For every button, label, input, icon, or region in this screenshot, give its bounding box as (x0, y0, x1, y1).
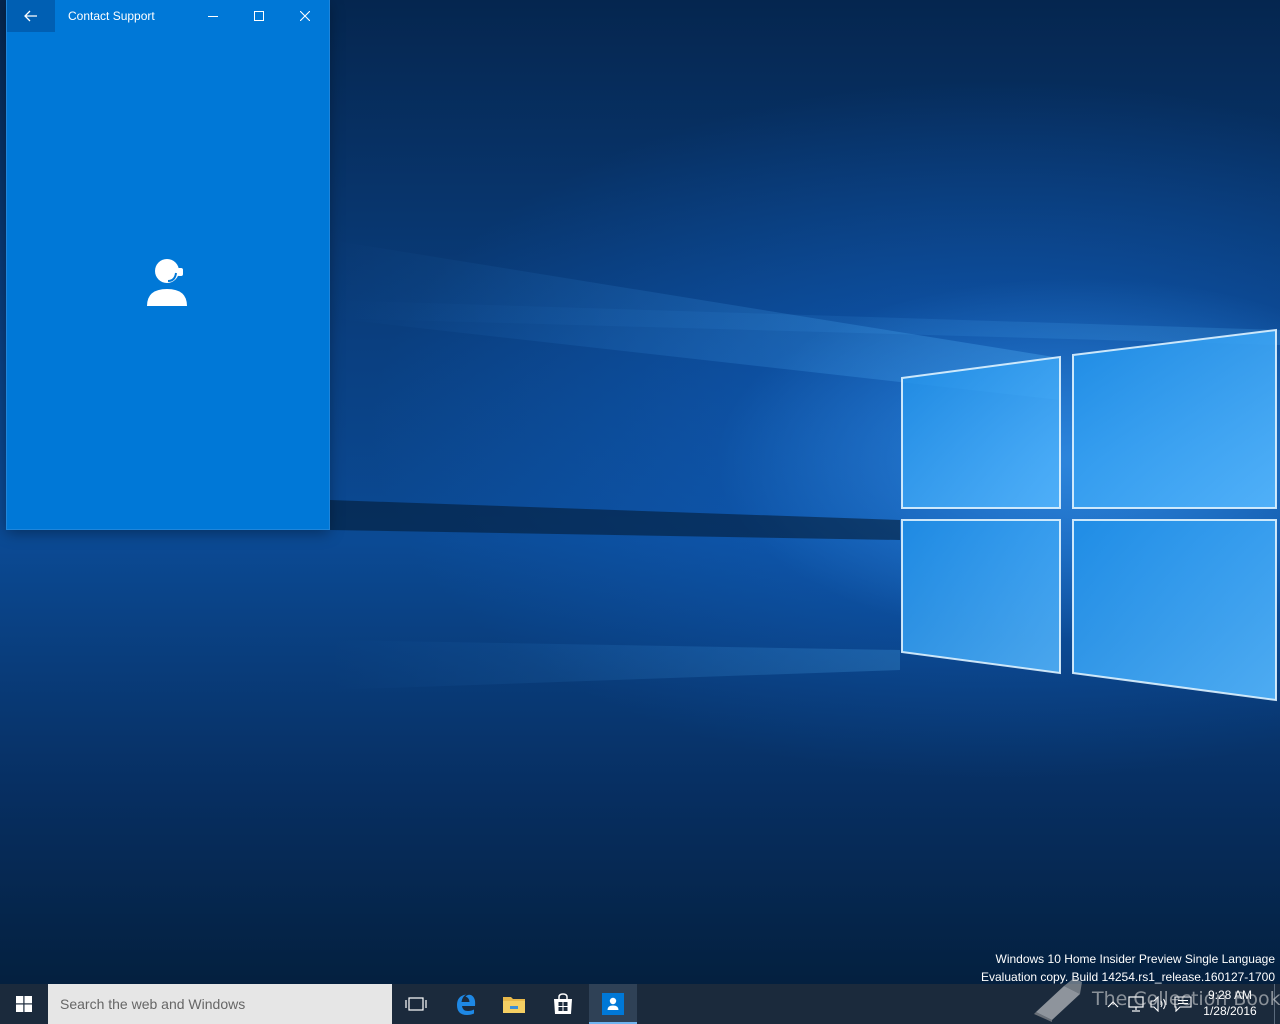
file-explorer-icon (503, 997, 525, 1013)
minimize-icon (208, 16, 218, 17)
title-bar[interactable]: Contact Support (7, 0, 329, 32)
system-tray: 9:28 AM 1/28/2016 (1100, 984, 1280, 1024)
store-button[interactable] (539, 984, 587, 1024)
contact-support-icon (602, 993, 624, 1015)
close-button[interactable] (282, 0, 328, 32)
task-view-icon (405, 997, 427, 1011)
network-button[interactable] (1128, 995, 1146, 1013)
back-arrow-icon (24, 10, 37, 22)
headset-person-icon (147, 259, 187, 306)
store-icon (554, 993, 572, 1014)
back-button[interactable] (7, 0, 55, 32)
show-desktop-button[interactable] (1274, 984, 1280, 1024)
show-hidden-icons-button[interactable] (1104, 995, 1122, 1013)
chevron-up-icon (1107, 1001, 1119, 1008)
window-title: Contact Support (68, 9, 155, 23)
edge-icon (457, 994, 476, 1015)
edge-button[interactable] (442, 984, 490, 1024)
task-view-button[interactable] (392, 984, 440, 1024)
maximize-button[interactable] (236, 0, 282, 32)
clock[interactable]: 9:28 AM 1/28/2016 (1196, 987, 1264, 1019)
clock-time: 9:28 AM (1207, 988, 1253, 1002)
search-input[interactable] (48, 984, 392, 1024)
minimize-button[interactable] (190, 0, 236, 32)
notification-icon (1174, 996, 1192, 1012)
volume-button[interactable] (1150, 995, 1168, 1013)
file-explorer-button[interactable] (490, 984, 538, 1024)
volume-icon (1150, 996, 1166, 1012)
watermark-line-1: Windows 10 Home Insider Preview Single L… (995, 952, 1276, 966)
contact-support-taskbar-button[interactable] (589, 984, 637, 1024)
start-button[interactable] (0, 984, 48, 1024)
maximize-icon (254, 11, 264, 21)
taskbar: 9:28 AM 1/28/2016 (0, 984, 1280, 1024)
clock-date: 1/28/2016 (1203, 1004, 1257, 1018)
search-box[interactable] (48, 984, 392, 1024)
windows-logo-icon (16, 996, 32, 1012)
action-center-button[interactable] (1174, 995, 1192, 1013)
close-icon (300, 11, 310, 21)
contact-support-window[interactable]: Contact Support (7, 0, 329, 529)
network-icon (1128, 996, 1144, 1012)
build-watermark: Windows 10 Home Insider Preview Single L… (981, 950, 1275, 986)
